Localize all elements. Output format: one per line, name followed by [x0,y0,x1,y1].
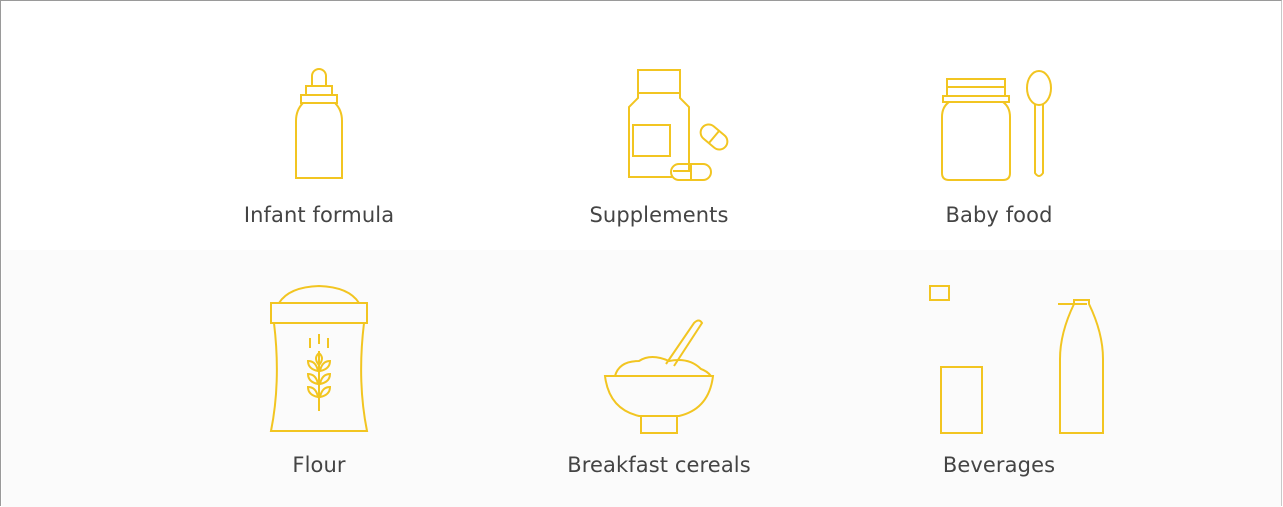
cereal-bowl-icon [603,319,715,434]
category-beverages[interactable]: Beverages [879,281,1119,481]
flour-sack-icon [269,284,369,432]
category-label: Supplements [589,203,729,227]
category-label: Breakfast cereals [567,453,751,477]
category-label: Baby food [945,203,1053,227]
category-baby-food[interactable]: Baby food [879,53,1119,253]
product-categories-panel: Infant formula Supplements Baby food Flo… [0,0,1282,507]
category-supplements[interactable]: Supplements [539,53,779,253]
category-label: Flour [292,453,346,477]
category-label: Infant formula [243,203,395,227]
beverages-icon [929,285,1104,434]
category-flour[interactable]: Flour [199,281,439,481]
baby-food-jar-icon [941,70,1052,181]
category-infant-formula[interactable]: Infant formula [199,53,439,253]
category-label: Beverages [942,453,1056,477]
category-breakfast-cereals[interactable]: Breakfast cereals [539,281,779,481]
supplements-icon [628,69,729,181]
baby-bottle-icon [295,68,343,179]
